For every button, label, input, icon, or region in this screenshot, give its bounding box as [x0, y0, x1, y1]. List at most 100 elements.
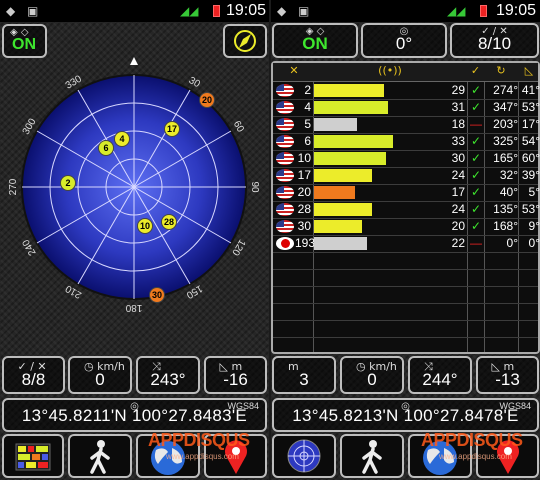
pedestrian-icon: [362, 440, 382, 474]
clock: 19:05: [496, 2, 537, 19]
table-row[interactable]: 6 33 ✓ 325° 54°: [273, 133, 540, 151]
radar-view-button[interactable]: [272, 434, 336, 478]
stat-box-3[interactable]: ◺ m -16: [204, 356, 267, 394]
stat-box-0[interactable]: m3: [272, 356, 336, 394]
svg-text:4: 4: [119, 134, 124, 144]
stat-box-3[interactable]: ◺ m -13: [476, 356, 539, 394]
stat-box-1[interactable]: ◷ km/h 0: [340, 356, 404, 394]
us-flag-icon: [276, 186, 294, 199]
satellite-4: 4: [114, 131, 130, 147]
snr-bar: [314, 169, 372, 182]
elevation-value: 5°: [528, 185, 540, 199]
table-row[interactable]: 5 18 — 203° 17°: [273, 116, 540, 134]
snr-value: 30: [451, 151, 465, 165]
watermark-brand: APPDISQUS: [421, 430, 523, 450]
elevation-value: 9°: [528, 219, 540, 233]
sat-prn: 30: [297, 219, 311, 233]
sat-prn: 4: [304, 100, 311, 114]
us-flag-icon: [276, 118, 294, 131]
elevation-value: 53°: [521, 202, 540, 216]
signal-icon: ◢◢: [180, 4, 199, 18]
satellite-20: 20: [199, 92, 215, 108]
azimuth-value: 168°: [493, 219, 518, 233]
azimuth-header-icon: ↻: [496, 64, 506, 77]
elevation-value: 39°: [521, 168, 540, 182]
sat-prn: 193: [295, 236, 316, 250]
status-bar: ◆ ▣ ◢◢ 19:05: [271, 0, 540, 22]
stat-box-1[interactable]: ◷ km/h 0: [68, 356, 132, 394]
satellite-10: 10: [137, 218, 153, 234]
elevation-value: 53°: [521, 100, 540, 114]
stat-value: 0: [367, 370, 377, 389]
walk-mode-button[interactable]: [340, 434, 404, 478]
azimuth-value: 325°: [493, 134, 518, 148]
snr-value: 24: [451, 168, 465, 182]
table-row[interactable]: 20 17 ✓ 40° 5°: [273, 184, 540, 202]
azimuth-value: 274°: [493, 83, 518, 97]
compass-label-180: 180: [125, 302, 142, 313]
svg-text:28: 28: [164, 217, 174, 227]
snr-bar: [314, 84, 384, 97]
snr-value: 31: [451, 100, 465, 114]
radar-icon: [287, 439, 321, 473]
gps-status-value: ON: [302, 34, 328, 53]
check-icon: ✓: [470, 202, 482, 216]
svg-text:20: 20: [202, 95, 212, 105]
gps-status-button[interactable]: ◈ ◇ ON: [272, 23, 358, 58]
snr-bar: [314, 186, 355, 199]
stat-value: 244°: [422, 370, 458, 389]
stat-value: 8/8: [21, 370, 46, 389]
watermark-brand: APPDISQUS: [148, 430, 250, 450]
table-row[interactable]: 10 30 ✓ 165° 60°: [273, 150, 540, 168]
battery-icon: [213, 5, 220, 17]
compass-label-270: 270: [8, 178, 19, 195]
stat-box-2[interactable]: ⤨ 244°: [408, 356, 472, 394]
satellite-count-box[interactable]: ✓ / ✕ 8/10: [450, 23, 539, 58]
satellite-28: 28: [161, 214, 177, 230]
stat-box-0[interactable]: ✓ / ✕ 8/8: [2, 356, 65, 394]
stat-box-2[interactable]: ⤨ 243°: [136, 356, 200, 394]
table-row[interactable]: 28 24 ✓ 135° 53°: [273, 201, 540, 219]
compass-label-90: 90: [249, 181, 260, 193]
svg-text:2: 2: [65, 178, 70, 188]
elevation-value: 41°: [521, 83, 540, 97]
heading-value: 0°: [395, 34, 413, 53]
table-header: ✕ ((•)) ✓ ↻ ◺: [273, 63, 538, 82]
compass-icon: [234, 30, 256, 52]
check-icon: ✓: [470, 219, 482, 233]
svg-text:10: 10: [140, 221, 150, 231]
snr-value: 20: [451, 219, 465, 233]
empty-row: [273, 286, 538, 304]
gps-status-value: ON: [12, 36, 36, 53]
signal-view-button[interactable]: [2, 434, 64, 478]
battery-icon: [480, 5, 487, 17]
table-row[interactable]: 30 20 ✓ 168° 9°: [273, 218, 540, 236]
snr-header-icon: ((•)): [378, 64, 402, 77]
empty-row: [273, 303, 538, 321]
coordinates-panel: ◎ WGS84 13°45.8211'N 100°27.8483'E: [2, 398, 267, 432]
compass-button[interactable]: [223, 24, 267, 58]
heading-box[interactable]: ◎ 0°: [361, 23, 447, 58]
snr-bar: [314, 237, 367, 250]
clock: 19:05: [226, 2, 267, 19]
signal-bars-icon: [15, 443, 51, 471]
snr-bar: [314, 152, 386, 165]
table-row[interactable]: 4 31 ✓ 347° 53°: [273, 99, 540, 117]
us-flag-icon: [276, 84, 294, 97]
azimuth-value: 347°: [493, 100, 518, 114]
walk-mode-button[interactable]: [68, 434, 132, 478]
snr-value: 17: [451, 185, 465, 199]
us-flag-icon: [276, 169, 294, 182]
table-row[interactable]: 2 29 ✓ 274° 41°: [273, 82, 540, 100]
table-row[interactable]: 17 24 ✓ 32° 39°: [273, 167, 540, 185]
us-flag-icon: [276, 203, 294, 216]
check-icon: ✓: [470, 168, 482, 182]
stat-value: 0: [95, 370, 105, 389]
azimuth-value: 40°: [499, 185, 518, 199]
sat-prn: 17: [297, 168, 311, 182]
table-row[interactable]: 193 22 — 0° 0°: [273, 235, 540, 253]
gps-status-button[interactable]: ◈ ◇ ON: [2, 24, 47, 58]
sat-prn: 20: [297, 185, 311, 199]
satellite-count-value: 8/10: [477, 34, 512, 53]
left-screen: ◆ ▣ ◢◢ 19:05 ◈ ◇ ON 330 30 300 60 270 90 240 12…: [0, 0, 269, 480]
